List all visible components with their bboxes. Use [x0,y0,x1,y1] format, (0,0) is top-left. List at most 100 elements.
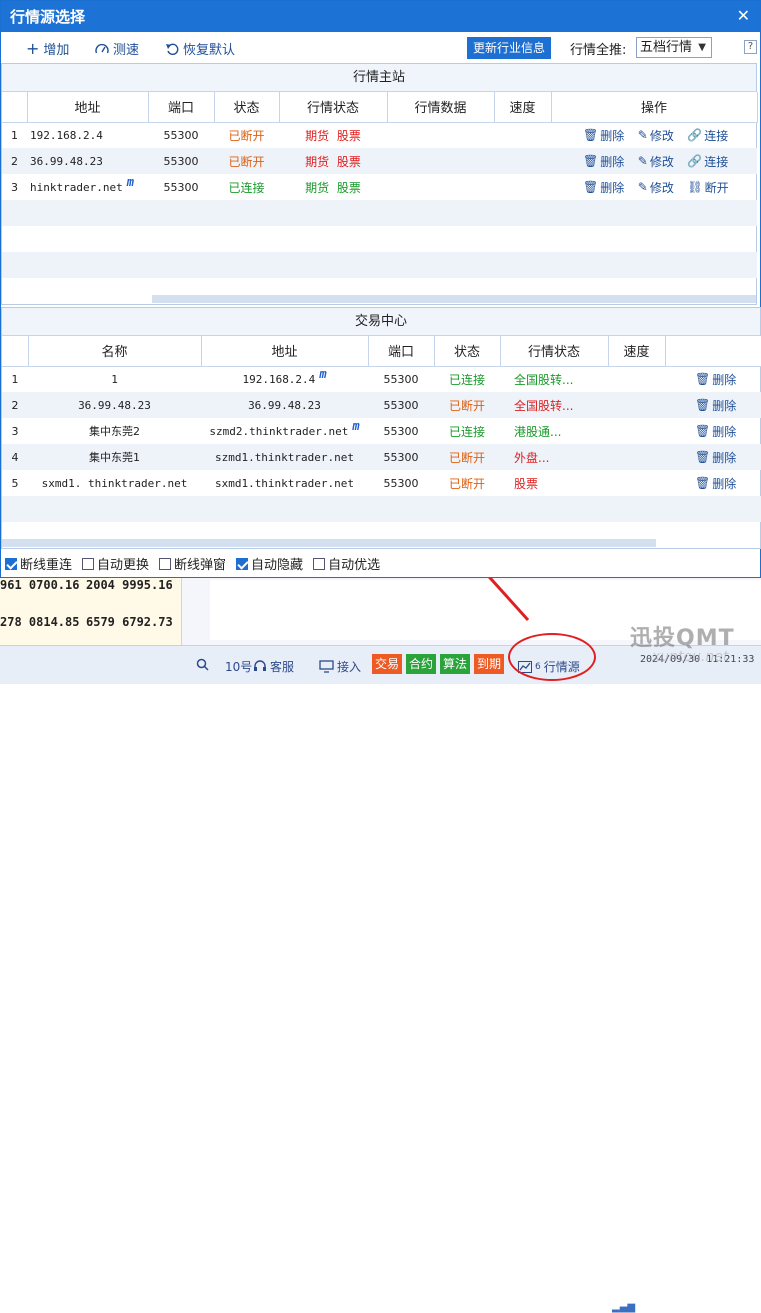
trash-icon: 🗑 [695,476,711,490]
update-industry-button[interactable]: 更新行业信息 [467,37,551,59]
restore-default-button[interactable]: 恢复默认 [166,39,235,58]
table-row[interactable]: 2 36.99.48.23 55300 已断开 期货 股票 🗑 删除 ✎ 修改 🔗 连… [2,148,757,174]
empty-row [2,252,757,278]
watermark-site: xuntou.net [652,649,729,665]
actions-cell: 🗑 删除 [665,444,761,470]
delete-button[interactable]: 🗑 删除 [695,423,736,440]
name-cell: 1 [111,372,118,386]
table-row[interactable]: 2 36.99.48.23 36.99.48.23 55300 已断开 全国股转… [2,392,761,418]
option-auto-select[interactable]: 自动优选 [313,554,380,573]
checkbox[interactable] [159,557,172,570]
market-data-cell [387,122,494,148]
close-icon[interactable]: ✕ [737,6,750,25]
checkbox[interactable] [236,557,249,570]
connect-button[interactable]: 🔗 连接 [687,127,728,144]
col-port[interactable]: 端口 [368,336,435,367]
expire-tag[interactable]: 到期 [474,654,505,674]
address-cell: 36.99.48.23 [201,392,368,418]
delete-button[interactable]: 🗑 删除 [583,127,624,144]
market-status-cell: 全国股转... [514,372,574,387]
service-button[interactable]: 客服 [253,658,294,675]
col-market-status[interactable]: 行情状态 [279,92,388,123]
col-status[interactable]: 状态 [214,92,280,123]
name-cell: 集中东莞2 [89,425,140,438]
trash-icon: 🗑 [695,424,711,438]
edit-button[interactable]: ✎ 修改 [638,127,674,144]
option-auto-switch[interactable]: 自动更换 [82,554,149,573]
delete-button[interactable]: 🗑 删除 [583,153,624,170]
market-status-cell: 港股通... [514,424,562,439]
status-cell: 已断开 [228,128,265,143]
push-all-select[interactable]: 五档行情 ▼ [636,37,712,58]
col-speed[interactable]: 速度 [608,336,666,367]
row-index: 2 [2,392,28,418]
option-disconnect-popup[interactable]: 断线弹窗 [159,554,226,573]
trash-icon: 🗑 [695,372,711,387]
col-status[interactable]: 状态 [434,336,501,367]
link-icon: 🔗 [687,128,703,143]
trade-center-section: 交易中心 名称 地址 端口 状态 行情状态 速度 1 1 192.168.2.4… [1,307,761,549]
connect-button[interactable]: 🔗 连接 [687,153,728,170]
delete-button[interactable]: 🗑 删除 [695,371,736,388]
contract-tag[interactable]: 合约 [406,654,437,674]
col-address[interactable]: 地址 [27,92,149,123]
disconnect-button[interactable]: ⛓ 断开 [687,179,728,196]
actions-cell: 🗑 删除 [665,366,761,392]
col-name[interactable]: 名称 [28,336,202,367]
main-station-section: 行情主站 地址 端口 状态 行情状态 行情数据 速度 操作 1 192.168.… [1,63,758,305]
col-market-data[interactable]: 行情数据 [387,92,495,123]
table-row[interactable]: 1 1 192.168.2.4 m 55300 已连接 全国股转... 🗑 删除 [2,366,761,392]
table-row[interactable]: 3 集中东莞2 szmd2.thinktrader.net m 55300 已连接… [2,418,761,444]
horizontal-scrollbar[interactable] [152,295,756,303]
port-cell: 55300 [368,444,434,470]
port-cell: 55300 [368,392,434,418]
horizontal-scrollbar[interactable] [2,539,656,547]
trash-icon: 🗑 [695,398,711,412]
col-index [2,92,28,123]
table-row[interactable]: 5 sxmd1. thinktrader.net sxmd1.thinktrad… [2,470,761,496]
empty-row [2,496,761,522]
zoom-icon[interactable] [196,658,209,671]
port-cell: 55300 [383,476,419,490]
col-actions[interactable]: 操作 [551,92,758,123]
name-cell: sxmd1. thinktrader.net [41,476,188,490]
edit-button[interactable]: ✎ 修改 [638,153,674,170]
trade-center-table: 名称 地址 端口 状态 行情状态 速度 1 1 192.168.2.4 m 553… [2,336,761,522]
algo-tag[interactable]: 算法 [440,654,471,674]
trade-tag[interactable]: 交易 [372,654,403,674]
delete-button[interactable]: 🗑 删除 [695,475,736,492]
edit-button[interactable]: ✎ 修改 [638,179,674,196]
help-icon[interactable]: ? [744,40,757,54]
option-reconnect[interactable]: 断线重连 [5,554,72,573]
account-label[interactable]: 10号 [225,658,252,675]
connect-button[interactable]: 接入 [319,658,361,675]
speed-cell [608,444,665,470]
status-cell: 已断开 [214,148,279,174]
edit-icon: ✎ [637,154,648,168]
monitor-icon [319,660,334,673]
checkbox[interactable] [5,557,17,570]
table-row[interactable]: 1 192.168.2.4 55300 已断开 期货 股票 🗑 删除 ✎ 修改 🔗 连… [2,122,757,148]
status-cell: 已连接 [448,372,485,387]
checkbox[interactable] [82,557,95,570]
delete-button[interactable]: 🗑 删除 [583,179,624,196]
option-auto-hide[interactable]: 自动隐藏 [236,554,303,573]
col-speed[interactable]: 速度 [494,92,552,123]
col-port[interactable]: 端口 [148,92,215,123]
col-market-status[interactable]: 行情状态 [500,336,609,367]
table-row[interactable]: 3 hinktrader.net m 55300 已连接 期货 股票 🗑 删除 ✎ 修… [2,174,757,200]
port-cell: 55300 [163,180,199,194]
table-row[interactable]: 4 集中东莞1 szmd1.thinktrader.net 55300 已断开 … [2,444,761,470]
status-cell: 已断开 [434,392,500,418]
address-cell: szmd1.thinktrader.net [201,444,368,470]
address-cell: szmd2.thinktrader.net m [209,419,360,438]
col-address[interactable]: 地址 [201,336,369,367]
port-cell: 55300 [163,128,199,142]
delete-button[interactable]: 🗑 删除 [695,397,736,414]
market-status-cell: 股票 [514,476,539,491]
delete-button[interactable]: 🗑 删除 [695,449,736,466]
speedtest-button[interactable]: 测速 [95,39,139,58]
highlight-circle [508,633,596,681]
add-button[interactable]: + 增加 [26,39,69,58]
checkbox[interactable] [313,557,326,570]
